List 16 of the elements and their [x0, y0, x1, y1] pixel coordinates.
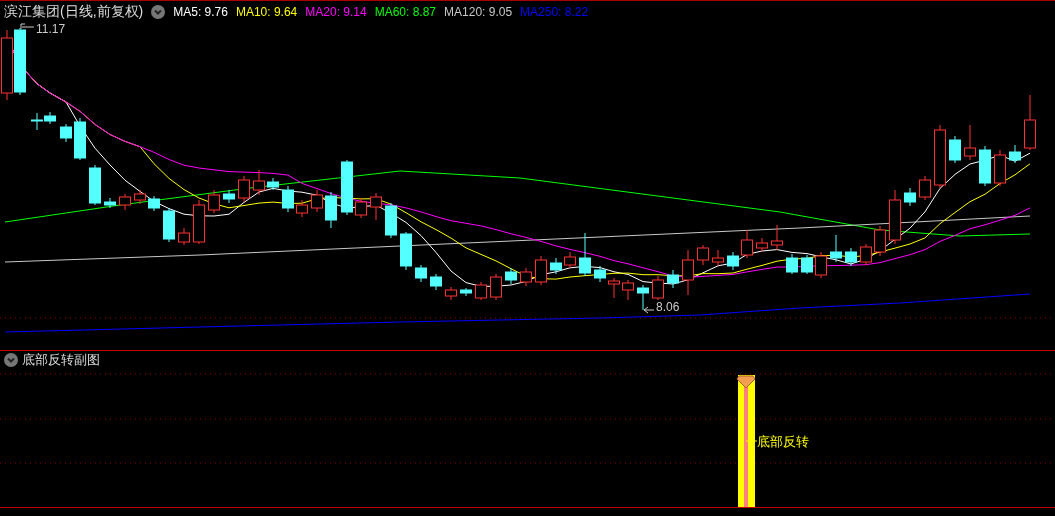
moving-average-value: MA5: 9.76 — [173, 4, 228, 19]
moving-average-value: MA60: 8.87 — [374, 4, 437, 19]
leader-line — [20, 23, 35, 30]
low-price-label: 8.06 — [656, 300, 680, 314]
dropdown-icon[interactable] — [4, 353, 18, 367]
leader-line — [643, 306, 655, 314]
indicator-panel-title: 底部反转副图 — [22, 351, 100, 369]
moving-average-value: MA120: 9.05 — [444, 4, 513, 19]
diamond-icon — [736, 375, 756, 389]
moving-average-value: MA20: 9.14 — [305, 4, 367, 19]
moving-average-value: MA10: 9.64 — [235, 4, 298, 19]
stock-title: 滨江集团(日线,前复权) — [4, 2, 144, 21]
high-price-label: 11.17 — [36, 22, 66, 36]
moving-average-value: MA250: 8.22 — [520, 4, 589, 19]
signal-label: 底部反转 — [757, 434, 809, 449]
dropdown-icon[interactable] — [151, 4, 166, 19]
